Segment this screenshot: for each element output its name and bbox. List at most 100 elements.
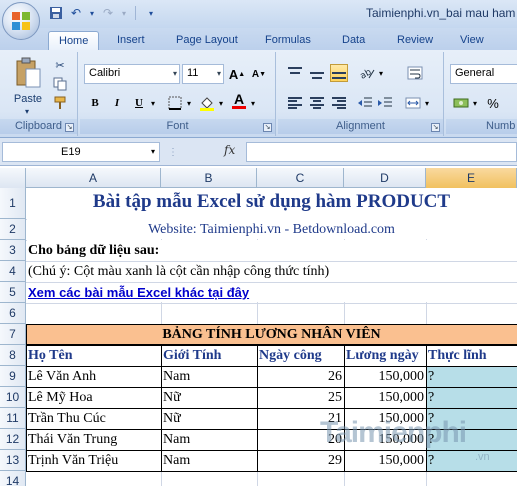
middle-align-icon[interactable] [308,64,326,82]
header-thuc-linh[interactable]: Thực lĩnh [426,345,517,366]
worksheet-grid[interactable]: A B C D E 1 2 3 4 5 6 7 8 9 10 11 12 13 … [0,168,517,486]
tab-data[interactable]: Data [342,31,365,50]
align-left-icon[interactable] [286,94,304,112]
header-luong-ngay[interactable]: Lương ngày [344,345,426,366]
table-cell[interactable]: ? [426,387,517,408]
bottom-align-icon[interactable] [330,64,348,82]
table-cell[interactable]: Nữ [161,408,257,429]
italic-button[interactable]: I [108,94,126,112]
row-header-9[interactable]: 9 [0,366,26,387]
row-header-12[interactable]: 12 [0,429,26,450]
header-gioi-tinh[interactable]: Giới Tính [161,345,257,366]
borders-dropdown-icon[interactable]: ▾ [184,94,194,112]
row-header-2[interactable]: 2 [0,219,26,240]
office-button[interactable] [2,2,40,40]
row-header-8[interactable]: 8 [0,345,26,366]
tab-page-layout[interactable]: Page Layout [176,31,238,50]
tab-view[interactable]: View [460,31,484,50]
fill-color-icon[interactable] [198,94,216,112]
merge-dropdown-icon[interactable]: ▾ [422,94,432,112]
name-box-dropdown-icon[interactable]: ▾ [151,147,155,156]
number-format-select[interactable]: General [450,64,517,84]
more-samples-link[interactable]: Xem các bài mẫu Excel khác tại đây [26,282,251,303]
grow-font-button[interactable]: A ▲ [228,65,246,83]
orientation-dropdown-icon[interactable]: ▾ [376,64,386,82]
clipboard-launcher-icon[interactable]: ↘ [65,123,74,132]
shrink-font-button[interactable]: A ▼ [250,65,268,83]
font-name-select[interactable]: Calibri ▾ [84,64,180,84]
table-cell[interactable]: 25 [257,387,344,408]
row-header-14[interactable]: 14 [0,471,26,486]
font-launcher-icon[interactable]: ↘ [263,123,272,132]
paste-icon[interactable] [12,56,44,90]
table-cell[interactable]: Trần Thu Cúc [26,408,161,429]
header-ngay-cong[interactable]: Ngày công [257,345,344,366]
alignment-launcher-icon[interactable]: ↘ [431,123,440,132]
table-cell[interactable]: Nam [161,366,257,387]
row-header-13[interactable]: 13 [0,450,26,471]
header-ho-ten[interactable]: Họ Tên [26,345,161,366]
table-cell[interactable]: Nam [161,450,257,471]
undo-icon[interactable]: ↶ [68,5,84,21]
underline-dropdown-icon[interactable]: ▾ [148,94,158,112]
row-header-6[interactable]: 6 [0,303,26,324]
tab-insert[interactable]: Insert [117,31,145,50]
align-center-icon[interactable] [308,94,326,112]
customize-qat-icon[interactable]: ▾ [143,5,159,21]
row-header-3[interactable]: 3 [0,240,26,261]
paste-button[interactable]: Paste [10,92,46,106]
table-cell[interactable]: 150,000 [344,450,426,471]
formula-input[interactable] [246,142,517,162]
table-cell[interactable]: Lê Mỹ Hoa [26,387,161,408]
note-text[interactable]: (Chú ý: Cột màu xanh là cột cần nhập côn… [26,261,331,282]
table-cell[interactable]: 26 [257,366,344,387]
column-header-d[interactable]: D [344,168,426,188]
table-cell[interactable]: Lê Văn Anh [26,366,161,387]
tab-home[interactable]: Home [48,31,100,50]
row-header-4[interactable]: 4 [0,261,26,282]
column-header-b[interactable]: B [161,168,257,188]
font-color-dropdown-icon[interactable]: ▾ [248,94,258,112]
underline-button[interactable]: U [130,94,148,112]
align-right-icon[interactable] [330,94,348,112]
borders-icon[interactable] [166,94,184,112]
select-all-corner[interactable] [0,168,26,188]
table-cell[interactable]: Trịnh Văn Triệu [26,450,161,471]
tab-review[interactable]: Review [397,31,433,50]
table-cell[interactable]: ? [426,366,517,387]
cut-icon[interactable]: ✂ [52,57,68,73]
table-cell[interactable]: Thái Văn Trung [26,429,161,450]
wrap-text-icon[interactable] [406,64,424,82]
top-align-icon[interactable] [286,64,304,82]
merge-center-icon[interactable] [404,94,422,112]
row-header-11[interactable]: 11 [0,408,26,429]
fill-color-dropdown-icon[interactable]: ▾ [216,94,226,112]
column-header-a[interactable]: A [26,168,161,188]
increase-indent-icon[interactable] [376,94,394,112]
intro-text[interactable]: Cho bảng dữ liệu sau: [26,240,161,261]
table-cell[interactable]: 150,000 [344,366,426,387]
font-size-select[interactable]: 11 ▾ [182,64,224,84]
copy-icon[interactable] [52,76,68,92]
redo-dropdown-icon[interactable]: ▾ [120,5,128,21]
row-header-1[interactable]: 1 [0,188,26,219]
table-cell[interactable]: Nữ [161,387,257,408]
insert-function-button[interactable]: fx [224,143,235,157]
column-header-c[interactable]: C [257,168,344,188]
paste-dropdown-icon[interactable]: ▾ [20,106,34,116]
save-icon[interactable] [48,5,64,21]
row-header-10[interactable]: 10 [0,387,26,408]
orientation-icon[interactable]: ab [358,64,376,82]
table-cell[interactable]: 150,000 [344,387,426,408]
sheet-title[interactable]: Bài tập mẫu Excel sử dụng hàm PRODUCT [26,188,517,219]
table-cell[interactable]: 29 [257,450,344,471]
table-title[interactable]: BẢNG TÍNH LƯƠNG NHÂN VIÊN [26,324,517,345]
bold-button[interactable]: B [86,94,104,112]
table-cell[interactable]: ? [426,450,517,471]
font-color-button[interactable]: A [230,92,248,110]
format-painter-icon[interactable] [52,95,68,111]
decrease-indent-icon[interactable] [356,94,374,112]
undo-dropdown-icon[interactable]: ▾ [88,5,96,21]
redo-icon[interactable]: ↷ [100,5,116,21]
name-box[interactable]: E19 ▾ [2,142,160,162]
